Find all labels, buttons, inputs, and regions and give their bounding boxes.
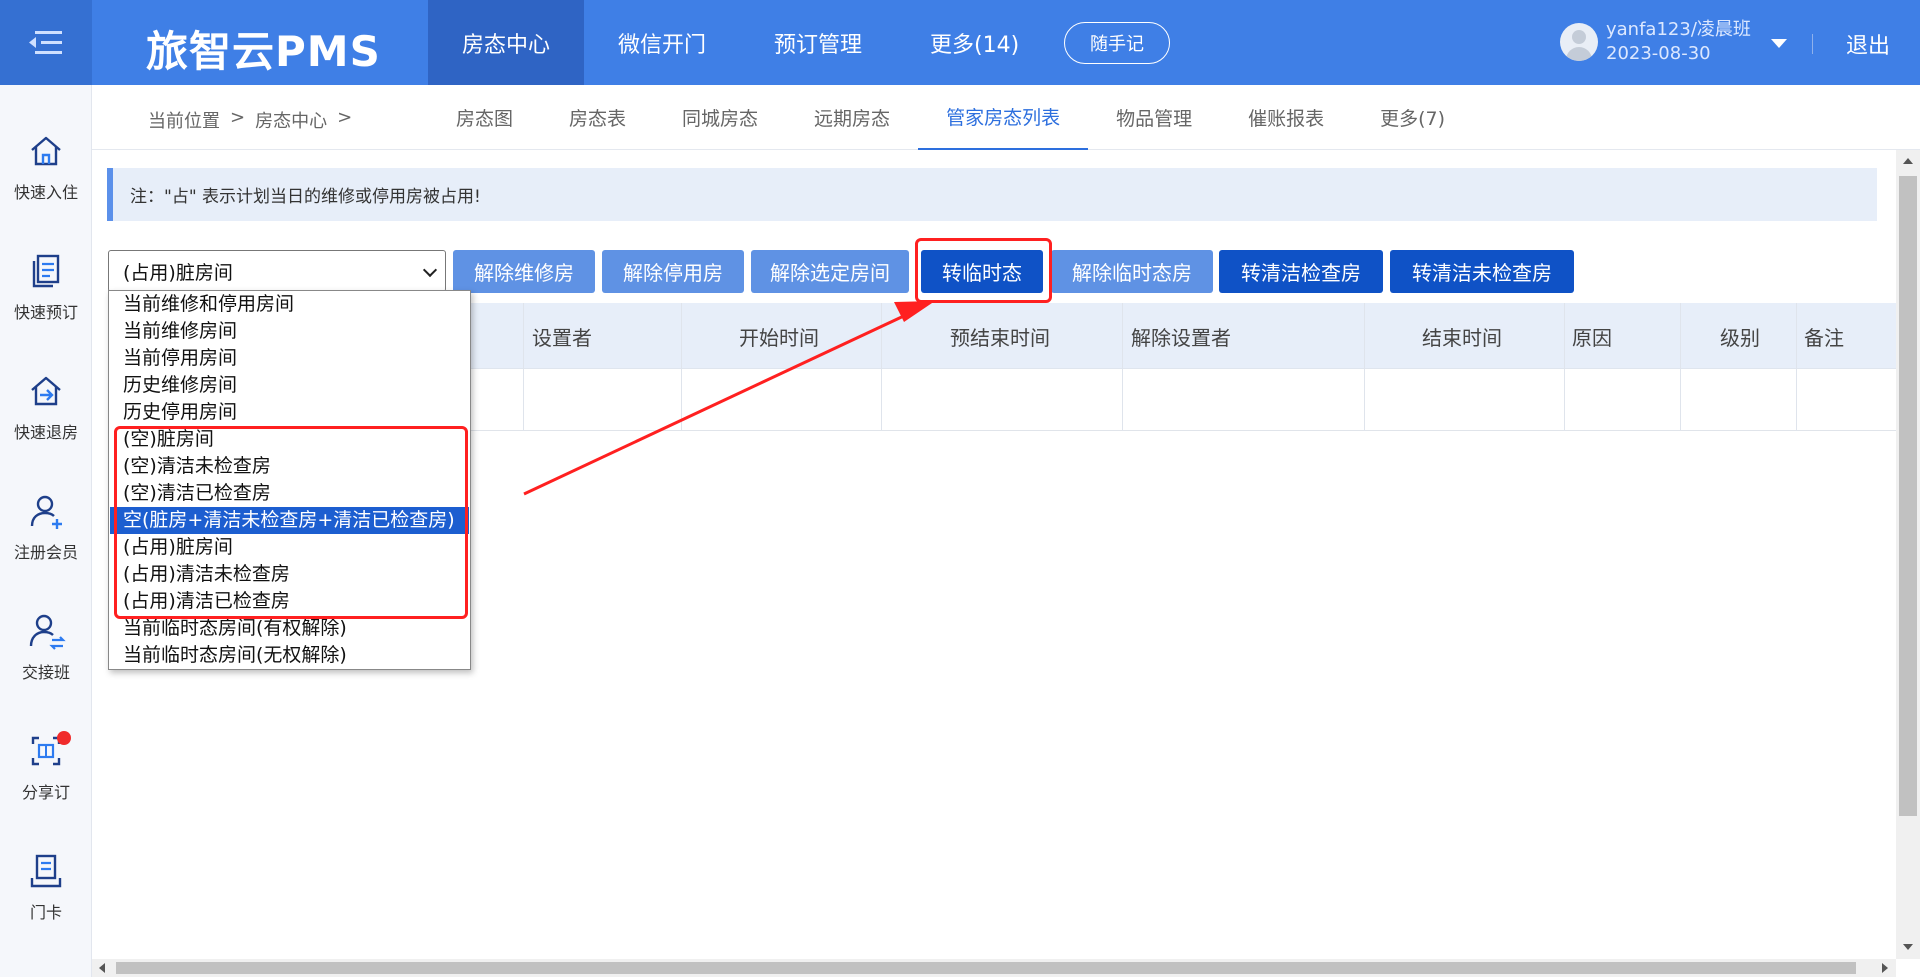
horizontal-scroll-thumb[interactable] xyxy=(116,962,1856,974)
logout-button[interactable]: 退出 xyxy=(1846,28,1890,60)
menu-toggle-button[interactable] xyxy=(0,0,92,85)
breadcrumb-separator: > xyxy=(230,107,246,128)
scroll-up-icon[interactable] xyxy=(1903,158,1913,164)
filter-option[interactable]: 当前维修和停用房间 xyxy=(110,291,469,318)
tab-room-status-table[interactable]: 房态表 xyxy=(541,85,654,150)
column-header: 开始时间 xyxy=(739,325,819,350)
breadcrumb-current[interactable]: 房态中心 xyxy=(255,107,327,133)
scroll-right-icon[interactable] xyxy=(1882,963,1888,973)
column-divider xyxy=(1796,303,1797,431)
avatar xyxy=(1560,23,1598,61)
column-header: 解除设置者 xyxy=(1131,325,1231,350)
register-member-icon xyxy=(30,495,62,529)
door-card-icon xyxy=(30,854,62,888)
column-divider xyxy=(1680,303,1681,431)
checkout-icon xyxy=(31,376,61,406)
breadcrumb-prefix: 当前位置 xyxy=(148,111,220,132)
nav-more[interactable]: 更多(14) xyxy=(896,0,1053,85)
nav-wechat-door[interactable]: 微信开门 xyxy=(584,0,740,85)
header-divider xyxy=(1812,34,1813,54)
notification-dot xyxy=(57,731,71,745)
booking-icon xyxy=(32,254,60,288)
brand-logo-text: 旅智云PMS xyxy=(146,27,381,76)
release-temporary-button[interactable]: 解除临时态房 xyxy=(1051,250,1213,293)
user-menu[interactable]: yanfa123/凌晨班 2023-08-30 xyxy=(1560,18,1787,66)
tab-room-status-map[interactable]: 房态图 xyxy=(428,85,541,150)
sidebar-item-label: 分享订 xyxy=(21,783,70,802)
sidebar-item-door-card[interactable]: 门卡 xyxy=(0,851,92,951)
sidebar-item-quick-checkout[interactable]: 快速退房 xyxy=(0,371,92,471)
column-header: 级别 xyxy=(1720,325,1760,350)
horizontal-scrollbar[interactable] xyxy=(92,959,1896,977)
sidebar-item-register-member[interactable]: 注册会员 xyxy=(0,491,92,591)
tab-more[interactable]: 更多(7) xyxy=(1352,85,1473,150)
room-filter-value: (占用)脏房间 xyxy=(123,261,233,284)
tab-city-room-status[interactable]: 同城房态 xyxy=(654,85,786,150)
sidebar-item-label: 快速入住 xyxy=(13,183,78,202)
release-maintenance-button[interactable]: 解除维修房 xyxy=(453,250,595,293)
app-window: 旅智云PMS 房态中心 微信开门 预订管理 更多(14) 随手记 yanfa12… xyxy=(0,0,1920,977)
filter-option[interactable]: 历史停用房间 xyxy=(110,399,469,426)
chevron-down-icon xyxy=(422,262,438,278)
filter-option[interactable]: 历史维修房间 xyxy=(110,372,469,399)
column-divider xyxy=(881,303,882,431)
column-divider xyxy=(681,303,682,431)
sidebar-item-label: 交接班 xyxy=(21,663,70,682)
nav-booking-management[interactable]: 预订管理 xyxy=(740,0,896,85)
caret-down-icon[interactable] xyxy=(1770,38,1787,48)
vertical-scrollbar[interactable] xyxy=(1896,150,1920,959)
column-header: 结束时间 xyxy=(1422,325,1502,350)
filter-option[interactable]: 当前维修房间 xyxy=(110,318,469,345)
scroll-left-icon[interactable] xyxy=(99,963,105,973)
sidebar-item-quick-checkin[interactable]: 快速入住 xyxy=(0,131,92,231)
column-header: 设置者 xyxy=(532,325,592,350)
scroll-down-icon[interactable] xyxy=(1903,944,1913,950)
annotation-options-highlight xyxy=(114,426,468,619)
room-filter-select[interactable]: (占用)脏房间 xyxy=(108,250,446,292)
column-divider xyxy=(1364,303,1365,431)
sidebar: 快速入住 快速预订 快速退房 注册会员 交接班 分享订 门卡 xyxy=(0,85,92,977)
top-header: 旅智云PMS 房态中心 微信开门 预订管理 更多(14) 随手记 yanfa12… xyxy=(0,0,1920,85)
notice-banner: 注："占" 表示计划当日的维修或停用房被占用! xyxy=(107,168,1877,221)
column-header: 原因 xyxy=(1572,325,1612,350)
sub-navigation: 当前位置 > 房态中心 > 房态图 房态表 同城房态 远期房态 管家房态列表 物… xyxy=(92,85,1920,150)
nav-room-status-center[interactable]: 房态中心 xyxy=(428,0,585,85)
sidebar-item-share-order[interactable]: 分享订 xyxy=(0,731,92,831)
sidebar-item-label: 注册会员 xyxy=(13,543,78,562)
home-icon xyxy=(31,136,61,166)
tab-item-management[interactable]: 物品管理 xyxy=(1088,85,1220,150)
column-divider xyxy=(523,303,524,431)
annotation-button-highlight xyxy=(915,238,1052,303)
vertical-scroll-thumb[interactable] xyxy=(1899,176,1917,816)
shift-handover-icon xyxy=(29,614,66,650)
sidebar-item-label: 快速预订 xyxy=(13,303,78,322)
memo-button[interactable]: 随手记 xyxy=(1064,22,1170,64)
sidebar-item-quick-booking[interactable]: 快速预订 xyxy=(0,251,92,351)
sidebar-item-label: 门卡 xyxy=(29,903,62,922)
user-info: yanfa123/凌晨班 2023-08-30 xyxy=(1606,18,1751,66)
main-nav: 房态中心 微信开门 预订管理 更多(14) xyxy=(428,0,1053,85)
collapse-menu-icon xyxy=(29,30,62,54)
breadcrumb: 当前位置 > 房态中心 > xyxy=(148,107,362,133)
column-divider xyxy=(1564,303,1565,431)
release-selected-button[interactable]: 解除选定房间 xyxy=(751,250,909,293)
column-divider xyxy=(1122,303,1123,431)
to-clean-inspected-button[interactable]: 转清洁检查房 xyxy=(1219,250,1383,293)
to-clean-uninspected-button[interactable]: 转清洁未检查房 xyxy=(1390,250,1574,293)
filter-option[interactable]: 当前停用房间 xyxy=(110,345,469,372)
user-date: 2023-08-30 xyxy=(1606,43,1711,64)
tab-housekeeping-list[interactable]: 管家房态列表 xyxy=(918,85,1089,150)
sidebar-item-shift-handover[interactable]: 交接班 xyxy=(0,611,92,711)
tab-future-room-status[interactable]: 远期房态 xyxy=(786,85,918,150)
sidebar-item-label: 快速退房 xyxy=(13,423,78,442)
column-header: 备注 xyxy=(1804,325,1844,350)
filter-option[interactable]: 当前临时态房间(无权解除) xyxy=(110,642,469,669)
breadcrumb-separator: > xyxy=(337,107,353,128)
subtabs: 房态图 房态表 同城房态 远期房态 管家房态列表 物品管理 催账报表 更多(7) xyxy=(428,85,1473,150)
filter-option[interactable]: 当前临时态房间(有权解除) xyxy=(110,615,469,642)
column-header: 预结束时间 xyxy=(950,325,1050,350)
user-name: yanfa123/凌晨班 xyxy=(1606,19,1751,40)
release-disabled-button[interactable]: 解除停用房 xyxy=(602,250,744,293)
tab-dunning-report[interactable]: 催账报表 xyxy=(1220,85,1352,150)
